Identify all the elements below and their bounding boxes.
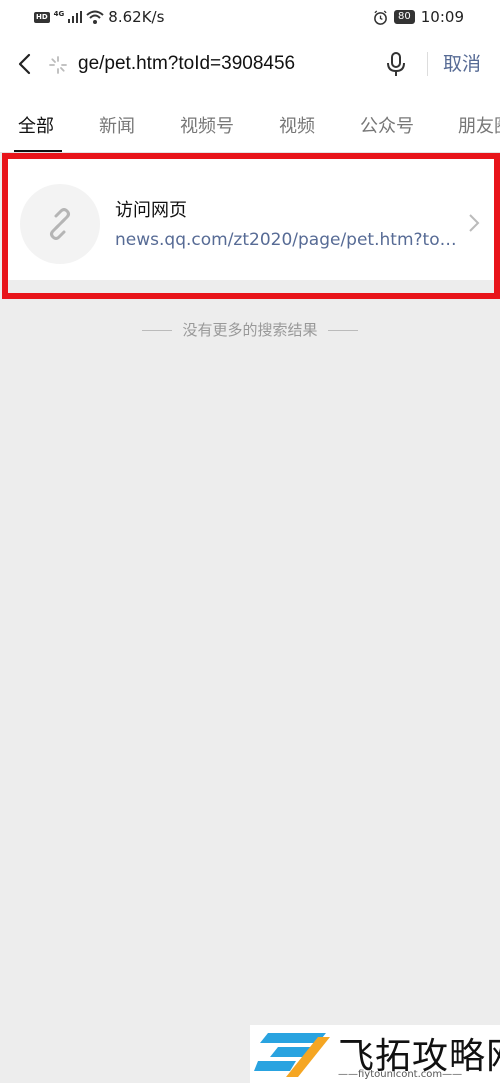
tab-moments[interactable]: 朋友圈 [458, 112, 500, 138]
alarm-icon [374, 9, 387, 25]
tab-channels[interactable]: 视频号 [180, 112, 234, 138]
status-right: 80 10:09 [373, 8, 464, 26]
search-bar: 取消 [0, 34, 500, 94]
result-title: 访问网页 [115, 200, 187, 221]
watermark: 飞拓攻略网 ——fiytounicont.com—— [250, 1025, 500, 1083]
divider-line-right [327, 330, 358, 331]
tab-news[interactable]: 新闻 [99, 112, 135, 138]
category-tabs: 全部 新闻 视频号 视频 公众号 朋友圈 [0, 94, 500, 153]
chevron-right-icon [469, 214, 480, 232]
divider-line-left [142, 330, 173, 331]
hd-badge: HD [34, 11, 50, 23]
search-divider [427, 52, 428, 76]
battery-level: 80 [394, 10, 415, 24]
active-tab-indicator [14, 150, 62, 152]
tab-official-accounts[interactable]: 公众号 [360, 112, 414, 138]
wifi-icon [86, 10, 104, 24]
network-speed: 8.62K/s [108, 8, 165, 26]
status-bar: HD 4G 8.62K/s 80 10:09 [0, 0, 500, 34]
no-more-results: 没有更多的搜索结果 [0, 319, 500, 340]
search-input[interactable] [78, 51, 368, 77]
signal-icon [68, 11, 83, 23]
watermark-logo-icon [254, 1033, 330, 1077]
status-left: HD 4G 8.62K/s [34, 8, 164, 26]
link-thumbnail [20, 184, 100, 264]
no-more-results-text: 没有更多的搜索结果 [182, 321, 318, 339]
network-type: 4G [53, 9, 65, 18]
back-arrow-icon[interactable] [12, 50, 40, 78]
tab-all[interactable]: 全部 [18, 112, 54, 138]
microphone-icon[interactable] [384, 50, 408, 78]
result-url: news.qq.com/zt2020/page/pet.htm?toId=390… [115, 230, 460, 250]
loading-spinner-icon [49, 56, 67, 74]
link-icon [50, 208, 70, 240]
visit-webpage-result[interactable]: 访问网页 news.qq.com/zt2020/page/pet.htm?toI… [6, 156, 500, 280]
cancel-button[interactable]: 取消 [443, 51, 481, 77]
clock: 10:09 [420, 8, 464, 26]
tab-video[interactable]: 视频 [279, 112, 315, 138]
watermark-url: ——fiytounicont.com—— [338, 1069, 463, 1080]
